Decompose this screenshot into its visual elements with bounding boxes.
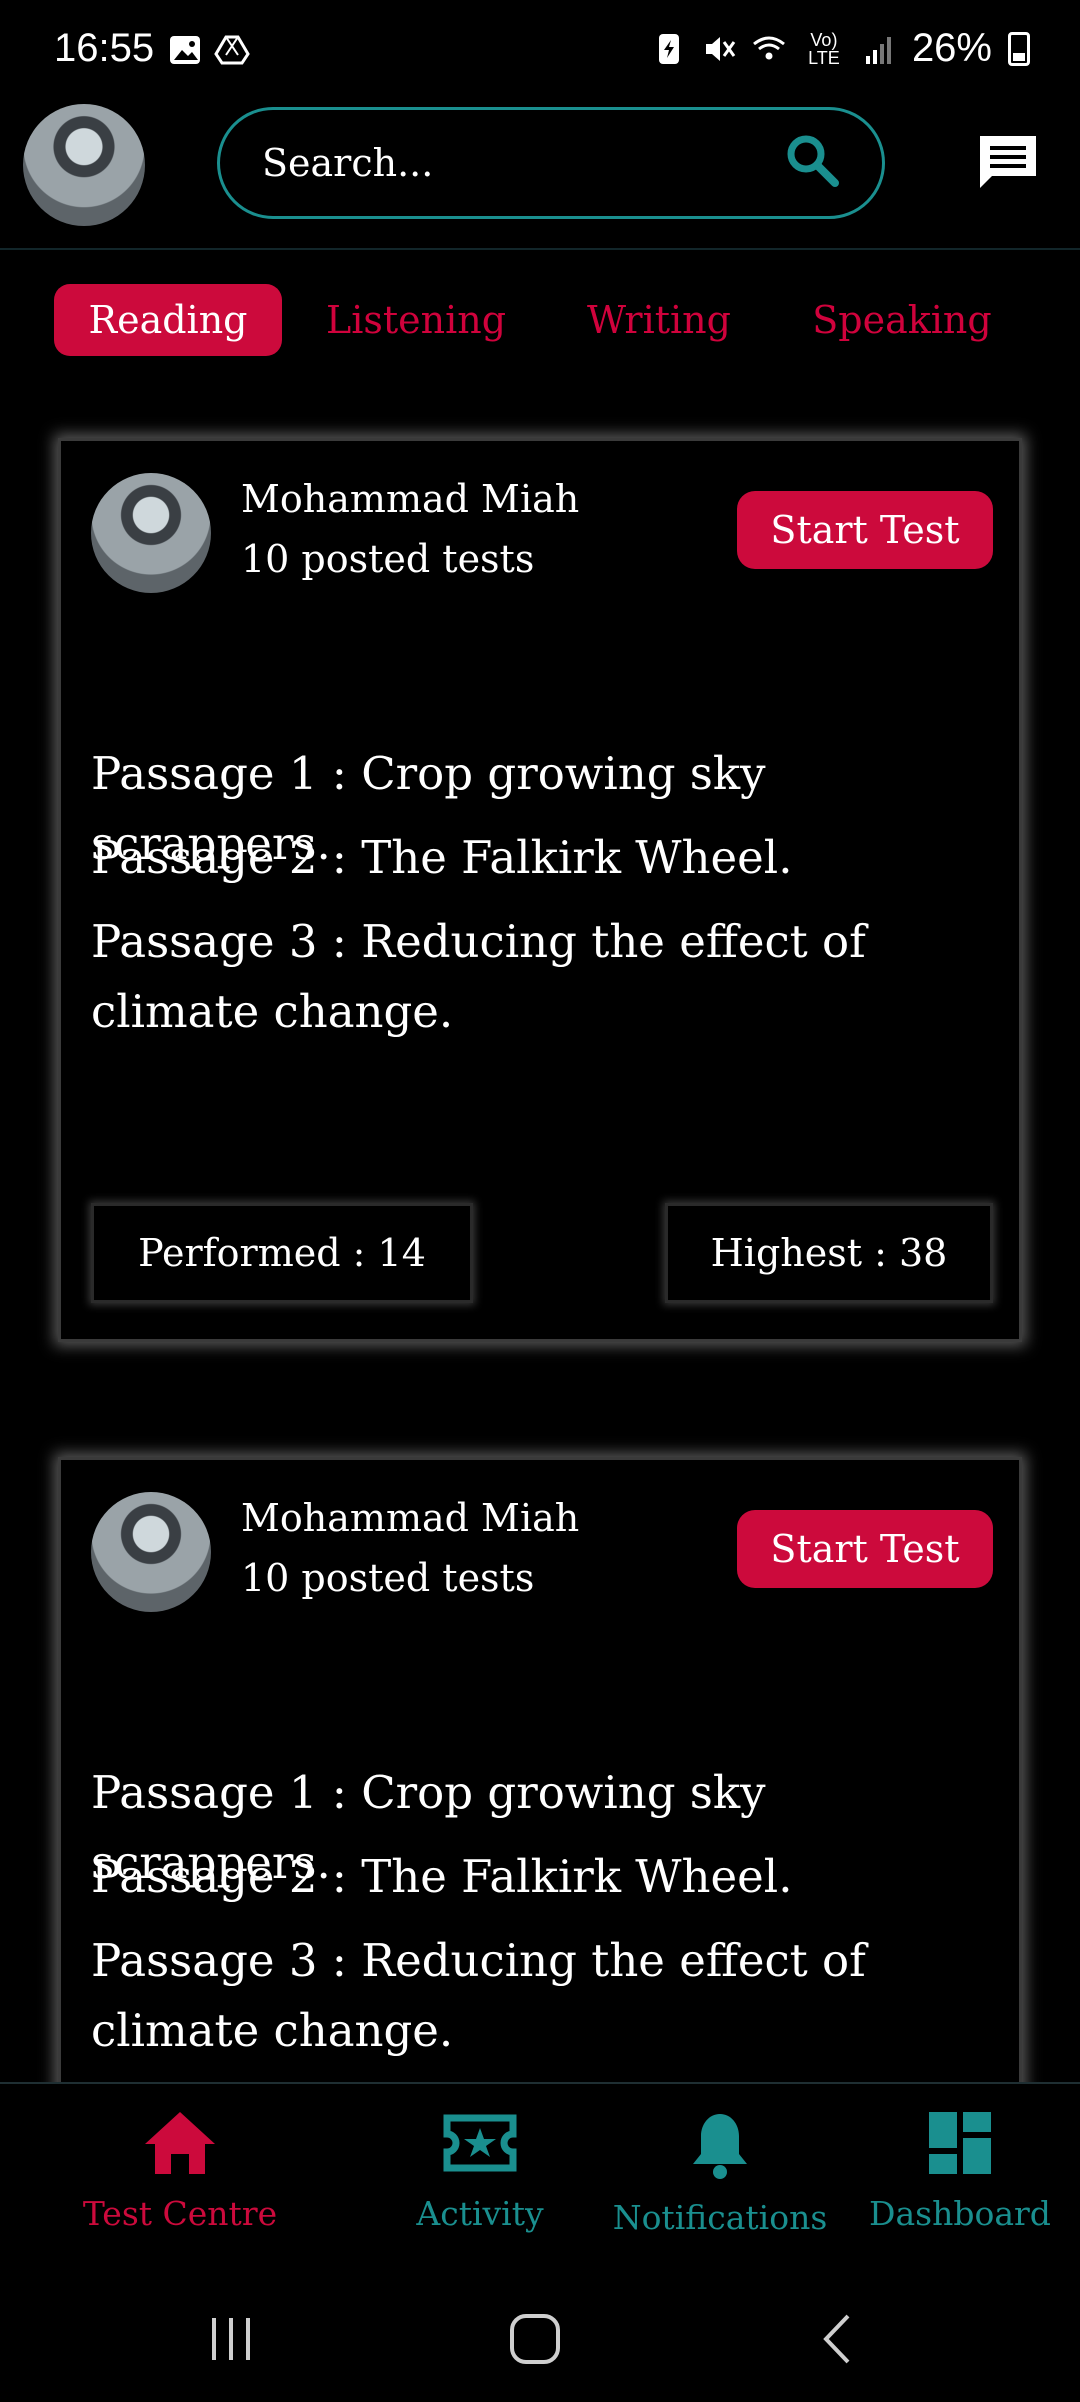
posted-count: 10 posted tests — [241, 1556, 535, 1600]
passage-2: Passage 2 : The Falkirk Wheel. — [91, 831, 793, 884]
bell-icon — [693, 2114, 747, 2179]
nav-test-centre[interactable]: Test Centre — [60, 2110, 300, 2233]
performed-count: Performed : 14 — [91, 1203, 473, 1303]
dashboard-icon — [929, 2112, 991, 2174]
mute-icon — [705, 36, 736, 61]
home-icon — [145, 2112, 215, 2174]
battery-saver-icon — [658, 33, 679, 64]
start-test-button[interactable]: Start Test — [737, 1510, 993, 1588]
home-button[interactable] — [508, 2312, 562, 2370]
posted-count: 10 posted tests — [241, 537, 535, 581]
ticket-star-icon — [443, 2114, 517, 2172]
drive-icon — [214, 34, 250, 70]
back-icon — [823, 2314, 850, 2364]
status-time: 16:55 — [54, 26, 155, 70]
search-bar — [217, 107, 885, 219]
nav-activity[interactable]: Activity — [380, 2110, 580, 2233]
recent-apps-button[interactable] — [206, 2314, 256, 2368]
gallery-icon — [168, 34, 202, 70]
tab-reading[interactable]: Reading — [54, 284, 282, 356]
bottom-navigation: Test Centre Activity Notifications Dashb… — [0, 2082, 1080, 2402]
nav-label: Notifications — [612, 2198, 828, 2237]
tab-writing[interactable]: Writing — [570, 284, 748, 356]
passage-3: Passage 3 : Reducing the effect of clima… — [91, 1934, 866, 2057]
test-card: Mohammad Miah 10 posted tests Start Test… — [58, 1457, 1022, 2157]
author-name: Mohammad Miah — [241, 477, 580, 521]
network-type: Vo) LTE — [808, 29, 840, 68]
tab-listening[interactable]: Listening — [310, 284, 522, 356]
nav-dashboard[interactable]: Dashboard — [858, 2110, 1062, 2233]
search-icon[interactable] — [784, 132, 842, 194]
wifi-icon — [753, 36, 785, 59]
chat-icon[interactable] — [976, 132, 1040, 196]
battery-icon — [1008, 31, 1030, 66]
test-card: Mohammad Miah 10 posted tests Start Test… — [58, 438, 1022, 1342]
profile-avatar[interactable] — [23, 104, 145, 226]
header-divider — [0, 248, 1080, 250]
highest-score: Highest : 38 — [665, 1203, 993, 1303]
passage-2: Passage 2 : The Falkirk Wheel. — [91, 1850, 793, 1903]
battery-percent: 26% — [911, 26, 992, 70]
back-button[interactable] — [818, 2312, 858, 2370]
nav-notifications[interactable]: Notifications — [608, 2110, 832, 2237]
passage-3: Passage 3 : Reducing the effect of clima… — [91, 915, 866, 1038]
search-input[interactable] — [260, 140, 784, 186]
nav-label: Test Centre — [82, 2194, 278, 2233]
tab-speaking[interactable]: Speaking — [802, 284, 1002, 356]
status-icons: Vo) LTE 26% — [652, 26, 1030, 71]
signal-icon — [865, 36, 891, 64]
recent-apps-icon — [212, 2318, 250, 2360]
home-circle-icon — [510, 2314, 560, 2364]
author-avatar[interactable] — [91, 473, 211, 593]
nav-label: Dashboard — [869, 2194, 1051, 2233]
nav-label: Activity — [416, 2194, 544, 2233]
author-name: Mohammad Miah — [241, 1496, 580, 1540]
author-avatar[interactable] — [91, 1492, 211, 1612]
start-test-button[interactable]: Start Test — [737, 491, 993, 569]
